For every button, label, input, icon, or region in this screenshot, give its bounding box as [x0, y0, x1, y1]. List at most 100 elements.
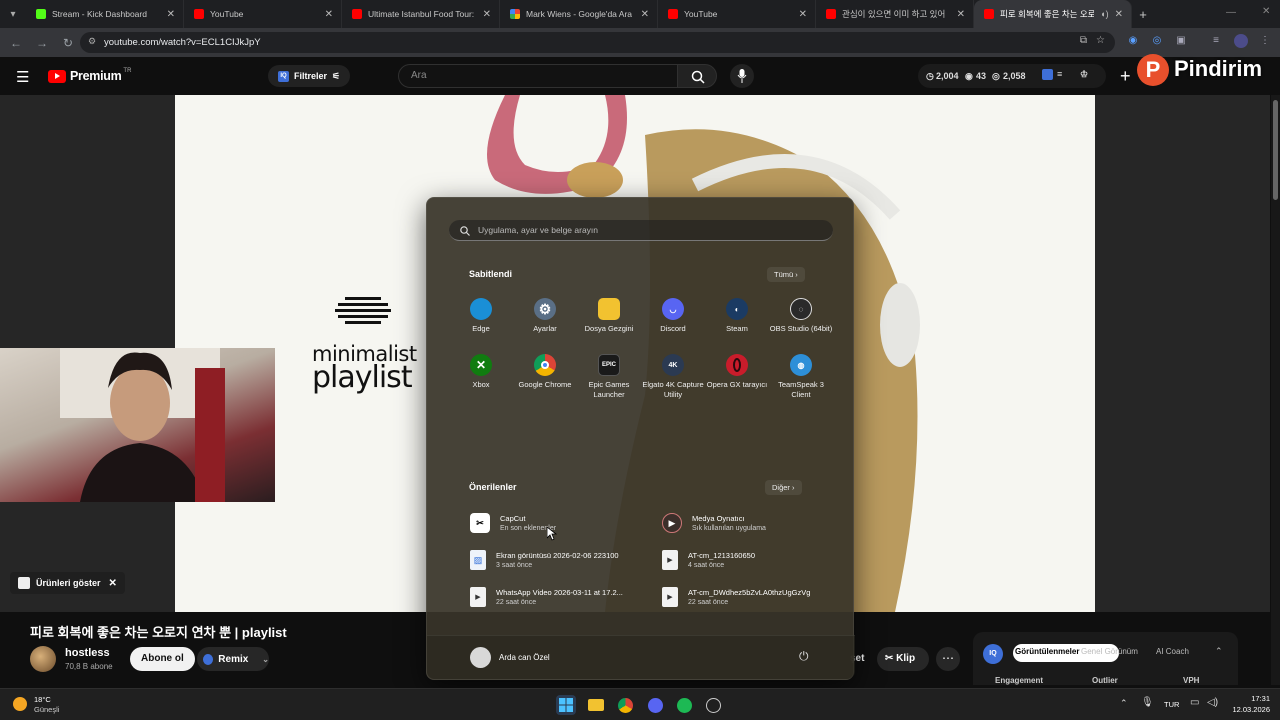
reading-list-icon[interactable]: ≡ — [1209, 34, 1223, 48]
taskbar-chrome[interactable] — [615, 695, 635, 715]
sun-weather-icon[interactable] — [13, 697, 27, 711]
teamspeak-icon: ◍ — [790, 354, 812, 376]
steam-icon: ◐ — [726, 298, 748, 320]
language-indicator[interactable]: TUR — [1164, 700, 1179, 709]
pinned-app-edge[interactable]: Edge — [449, 298, 513, 334]
pinned-app-steam[interactable]: ◐ Steam — [705, 298, 769, 334]
tab-close-icon[interactable]: ✕ — [957, 9, 965, 20]
taskbar-spotify[interactable] — [674, 695, 694, 715]
clock-date[interactable]: 12.03.2026 — [1228, 705, 1270, 714]
recommended-item-whatsapp-video[interactable]: ▶ WhatsApp Video 2026-03-11 at 17.2... 22… — [470, 583, 660, 611]
pinned-app-epic-games[interactable]: EPIC Epic Games Launcher — [577, 354, 641, 400]
tab-title: Mark Wiens - Google'da Ara — [526, 9, 633, 19]
reload-icon[interactable]: ↻ — [58, 33, 78, 53]
list-icon[interactable]: ≡ — [1057, 69, 1062, 79]
tab-close-icon[interactable]: ✕ — [167, 9, 175, 20]
recommended-item-capcut[interactable]: ✂ CapCut En son eklenenler — [470, 509, 660, 537]
tray-speaker-icon[interactable]: ◁) — [1207, 697, 1218, 708]
pinned-app-discord[interactable]: ◡ Discord — [641, 298, 705, 334]
tab-audio-icon[interactable]: ◖) — [1100, 9, 1108, 19]
taskbar-file-explorer[interactable] — [586, 695, 606, 715]
subscribe-button[interactable]: Abone ol — [130, 647, 195, 671]
clip-button[interactable]: ✂ Klip — [877, 647, 929, 671]
chevron-up-icon[interactable]: ⌃ — [1215, 646, 1223, 657]
more-recommended-button[interactable]: Diğer › — [765, 480, 802, 495]
pinned-app-settings[interactable]: ⚙ Ayarlar — [513, 298, 577, 334]
tab-title: YouTube — [684, 9, 718, 19]
pinned-app-chrome[interactable]: Google Chrome — [513, 354, 577, 390]
pinned-app-xbox[interactable]: ✕ Xbox — [449, 354, 513, 390]
start-search-input[interactable]: Uygulama, ayar ve belge arayın — [449, 220, 833, 241]
tab-korean-video[interactable]: 관심이 있으면 이미 하고 있어 ✕ — [816, 0, 974, 28]
sliders-icon: ⚟ — [332, 70, 341, 81]
hamburger-menu-icon[interactable]: ☰ — [16, 68, 29, 86]
trophy-icon[interactable]: ♔ — [1080, 69, 1088, 80]
tray-mic-icon[interactable]: 🎙︎ — [1141, 697, 1154, 708]
window-close-icon[interactable]: ✕ — [1262, 6, 1270, 17]
all-apps-button[interactable]: Tümü › — [767, 267, 805, 282]
tab-search-icon[interactable]: ▾ — [0, 0, 26, 28]
minimize-icon[interactable]: — — [1226, 7, 1236, 18]
taskbar-discord[interactable] — [645, 695, 665, 715]
extensions-puzzle-icon[interactable]: ▣ — [1174, 34, 1188, 48]
tray-display-icon[interactable]: ▭ — [1190, 697, 1199, 708]
filters-button[interactable]: IQ Filtreler ⚟ — [268, 65, 351, 87]
tab-close-icon[interactable]: ✕ — [1115, 9, 1123, 20]
tab-active-video[interactable]: 피로 회복에 좋은 차는 오로 ◖) ✕ — [974, 0, 1132, 28]
address-bar[interactable]: ⚙ youtube.com/watch?v=ECL1CIJkJpY ⧉ ☆ — [80, 32, 1115, 53]
tab-close-icon[interactable]: ✕ — [325, 9, 333, 20]
tab-youtube[interactable]: YouTube ✕ — [184, 0, 342, 28]
user-avatar[interactable] — [470, 647, 491, 668]
tab-goruntulenmeler[interactable]: Görüntülenmeler — [1015, 647, 1079, 656]
close-icon[interactable]: ✕ — [109, 578, 117, 589]
user-name[interactable]: Arda can Özel — [499, 653, 550, 662]
tab-close-icon[interactable]: ✕ — [483, 9, 491, 20]
channel-avatar[interactable] — [30, 646, 56, 672]
extension-icon-2[interactable]: ◎ — [1150, 34, 1164, 48]
clock-time[interactable]: 17:31 — [1246, 694, 1270, 703]
start-button[interactable] — [556, 695, 576, 715]
recommended-item-media-player[interactable]: ▶ Medya Oynatıcı Sık kullanılan uygulama — [662, 509, 852, 537]
tab-youtube-2[interactable]: YouTube ✕ — [658, 0, 816, 28]
remix-button[interactable]: Remix ⌄ — [197, 647, 269, 671]
pinned-app-teamspeak[interactable]: ◍ TeamSpeak 3 Client — [769, 354, 833, 400]
site-info-icon[interactable]: ⚙ — [88, 36, 96, 47]
pinned-app-file-explorer[interactable]: Dosya Gezgini — [577, 298, 641, 334]
search-input[interactable]: Ara — [398, 64, 678, 88]
forward-icon[interactable]: → — [32, 33, 52, 53]
recommended-item-at-cm-2[interactable]: ▶ AT-cm_DWdhez5bZvLA0thzUgGzVg 22 saat ön… — [662, 583, 852, 611]
tab-kick-dashboard[interactable]: Stream - Kick Dashboard ✕ — [26, 0, 184, 28]
tab-close-icon[interactable]: ✕ — [641, 9, 649, 20]
back-icon[interactable]: ← — [6, 33, 26, 53]
iq-icon[interactable] — [1042, 69, 1053, 80]
tab-istanbul-food-tour[interactable]: Ultimate Istanbul Food Tour: Be ✕ — [342, 0, 500, 28]
install-app-icon[interactable]: ⧉ — [1080, 35, 1087, 46]
youtube-logo[interactable]: Premium TR — [48, 68, 131, 83]
extension-icon-1[interactable]: ◉ — [1126, 34, 1140, 48]
recommended-item-screenshot[interactable]: ▨ Ekran görüntüsü 2026-02-06 223100 3 saa… — [470, 546, 660, 574]
pinned-app-opera-gx[interactable]: Opera GX tarayıcı — [705, 354, 769, 390]
tab-genel-gorunum[interactable]: Genel Görünüm — [1081, 647, 1138, 656]
item-sub: Sık kullanılan uygulama — [692, 525, 766, 532]
scrollbar-thumb[interactable] — [1273, 100, 1278, 200]
pinned-app-obs[interactable]: ◌ OBS Studio (64bit) — [769, 298, 833, 334]
pinned-app-elgato[interactable]: 4K Elgato 4K Capture Utility — [641, 354, 705, 400]
browser-menu-icon[interactable]: ⋮ — [1258, 34, 1272, 48]
taskbar-obs[interactable] — [703, 695, 723, 715]
recommended-item-at-cm-1[interactable]: ▶ AT-cm_1213160650 4 saat önce — [662, 546, 852, 574]
tab-close-icon[interactable]: ✕ — [799, 9, 807, 20]
profile-avatar[interactable] — [1234, 34, 1248, 48]
new-tab-button[interactable]: + — [1132, 7, 1154, 22]
channel-name[interactable]: hostless — [65, 647, 110, 659]
tab-google-search[interactable]: Mark Wiens - Google'da Ara ✕ — [500, 0, 658, 28]
search-button[interactable] — [677, 64, 717, 88]
tab-ai-coach[interactable]: AI Coach — [1156, 647, 1189, 656]
bookmark-star-icon[interactable]: ☆ — [1096, 35, 1105, 46]
show-products-chip[interactable]: Ürünleri göster ✕ — [10, 572, 125, 594]
more-actions-icon[interactable]: ⋯ — [936, 647, 960, 671]
analytics-panel: IQ Görüntülenmeler Genel Görünüm AI Coac… — [973, 632, 1238, 685]
power-icon[interactable]: ⏻ — [799, 649, 809, 664]
weather-temp[interactable]: 18°C — [34, 695, 51, 704]
voice-search-button[interactable] — [730, 64, 754, 88]
tray-chevron-up-icon[interactable]: ⌃ — [1120, 698, 1128, 709]
